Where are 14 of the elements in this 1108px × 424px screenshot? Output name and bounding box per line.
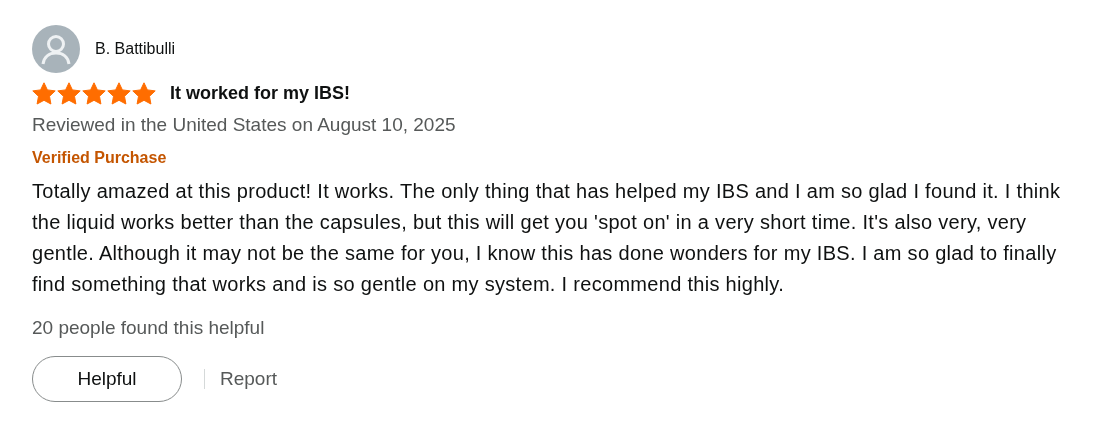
- star-icon: [132, 82, 156, 105]
- review-body: Totally amazed at this product! It works. The only thing that has helped my IBS and I am so glad I found it. I think the liquid works better than the capsules, but this will get you 'spot on' in a very short time. It's also very, very gentle. Although it may not be the same for you, I know this has done wonders for my IBS. I am so glad to finally find something that works and is so gentle on my system. I recommend this highly.: [32, 178, 1062, 297]
- review-title: It worked for my IBS!: [170, 82, 351, 105]
- reviewer-name: B. Battibulli: [95, 39, 176, 59]
- star-icon: [82, 82, 106, 105]
- star-icon: [32, 82, 56, 105]
- verified-purchase: Verified Purchase: [32, 147, 168, 168]
- report-link[interactable]: Report: [220, 364, 278, 394]
- helpful-count: 20 people found this helpful: [32, 315, 266, 340]
- star-icon: [57, 82, 81, 105]
- avatar-icon: [32, 25, 80, 73]
- star-icon: [107, 82, 131, 105]
- helpful-button[interactable]: Helpful: [32, 356, 182, 402]
- review-meta: Reviewed in the United States on August 10, 2025: [32, 113, 457, 137]
